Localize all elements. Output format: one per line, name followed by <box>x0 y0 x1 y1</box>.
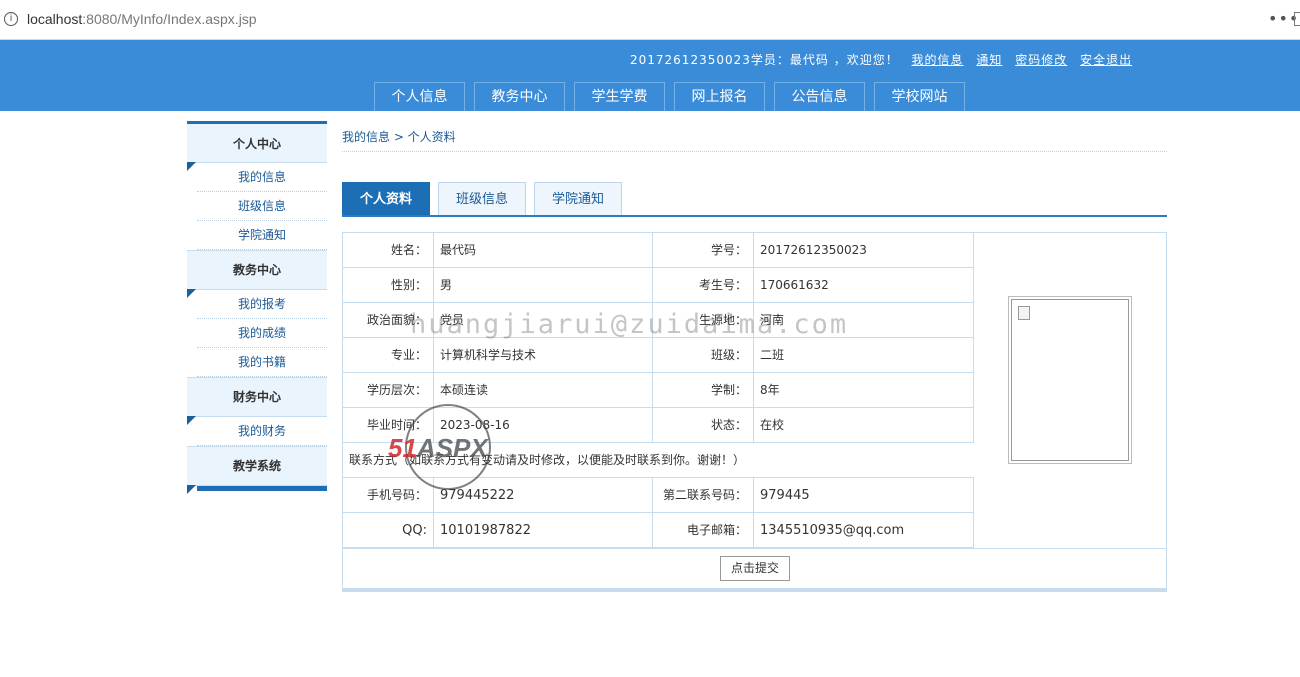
major-value: 计算机科学与技术 <box>434 338 653 373</box>
table-row: 姓名： 最代码 学号： 20172612350023 <box>343 233 974 268</box>
sidebar-item-class-info[interactable]: 班级信息 <box>197 192 327 221</box>
corner-decoration <box>187 416 196 425</box>
sidebar-section-teaching[interactable]: 教学系统 <box>187 446 327 494</box>
corner-decoration <box>187 162 196 171</box>
origin-value: 河南 <box>754 303 974 338</box>
browser-address-bar: i localhost:8080/MyInfo/Index.aspx.jsp •… <box>0 0 1300 40</box>
sidebar-section-title: 财务中心 <box>232 390 281 404</box>
exam-number-label: 考生号： <box>653 268 754 303</box>
table-row: 毕业时间： 2023-08-16 状态： 在校 <box>343 408 974 443</box>
status-value: 在校 <box>754 408 974 443</box>
class-label: 班级： <box>653 338 754 373</box>
second-phone-label: 第二联系号码： <box>653 478 754 513</box>
political-status-value: 党员 <box>434 303 653 338</box>
sidebar: 个人中心 我的信息 班级信息 学院通知 教务中心 我的报考 我的成绩 我的书籍 … <box>187 121 327 494</box>
sidebar-bottom-bar <box>197 486 327 491</box>
program-length-label: 学制： <box>653 373 754 408</box>
sidebar-item-my-books[interactable]: 我的书籍 <box>197 348 327 377</box>
photo-frame <box>1011 299 1129 461</box>
sidebar-section-academic[interactable]: 教务中心 <box>187 250 327 298</box>
sidebar-item-my-exams[interactable]: 我的报考 <box>197 290 327 319</box>
sidebar-section-personal[interactable]: 个人中心 <box>187 121 327 171</box>
table-row: 性别： 男 考生号： 170661632 <box>343 268 974 303</box>
link-my-info[interactable]: 我的信息 <box>912 53 964 67</box>
sidebar-section-title: 个人中心 <box>232 137 281 151</box>
link-change-password[interactable]: 密码修改 <box>1015 53 1067 67</box>
table-row: 政治面貌： 党员 生源地： 河南 <box>343 303 974 338</box>
table-row: 专业： 计算机科学与技术 班级： 二班 <box>343 338 974 373</box>
student-id-value: 20172612350023 <box>754 233 974 268</box>
student-id-label: 学号： <box>653 233 754 268</box>
info-icon[interactable]: i <box>4 12 18 26</box>
nav-announcements[interactable]: 公告信息 <box>774 82 865 111</box>
email-value: 1345510935@qq.com <box>754 513 974 548</box>
political-status-label: 政治面貌： <box>343 303 434 338</box>
breadcrumb: 我的信息 > 个人资料 <box>342 128 1167 152</box>
site-header: 20172612350023学员：最代码 ，欢迎您！ 我的信息 通知 密码修改 … <box>0 40 1300 111</box>
nav-tuition[interactable]: 学生学费 <box>574 82 665 111</box>
corner-decoration <box>187 485 196 494</box>
nav-school-website[interactable]: 学校网站 <box>874 82 965 111</box>
graduation-date-value: 2023-08-16 <box>434 408 653 443</box>
tab-personal-profile[interactable]: 个人资料 <box>342 182 430 215</box>
submit-button[interactable]: 点击提交 <box>720 556 790 581</box>
gender-label: 性别： <box>343 268 434 303</box>
phone-label: 手机号码： <box>343 478 434 513</box>
student-photo <box>1008 296 1132 464</box>
address-url[interactable]: localhost:8080/MyInfo/Index.aspx.jsp <box>27 11 257 27</box>
graduation-date-label: 毕业时间： <box>343 408 434 443</box>
origin-label: 生源地： <box>653 303 754 338</box>
photo-cell <box>974 233 1167 548</box>
sidebar-toggle-icon[interactable] <box>1294 12 1300 26</box>
education-level-value: 本硕连读 <box>434 373 653 408</box>
sidebar-section-title: 教务中心 <box>232 263 281 277</box>
major-label: 专业： <box>343 338 434 373</box>
sidebar-section-finance[interactable]: 财务中心 <box>187 377 327 425</box>
sidebar-item-my-info[interactable]: 我的信息 <box>197 163 327 192</box>
url-host: localhost <box>27 11 83 27</box>
table-row: 联系方式（如联系方式有变动请及时修改，以便能及时联系到你。谢谢！） <box>343 443 974 478</box>
sidebar-section-title: 教学系统 <box>232 459 281 473</box>
name-value: 最代码 <box>434 233 653 268</box>
welcome-text: 20172612350023学员：最代码 ，欢迎您！ <box>630 53 899 67</box>
email-label: 电子邮箱： <box>653 513 754 548</box>
table-row: 手机号码： 979445222 第二联系号码： 979445 <box>343 478 974 513</box>
link-notice[interactable]: 通知 <box>976 53 1002 67</box>
program-length-value: 8年 <box>754 373 974 408</box>
status-label: 状态： <box>653 408 754 443</box>
tab-class-info[interactable]: 班级信息 <box>438 182 526 215</box>
corner-decoration <box>187 289 196 298</box>
class-value: 二班 <box>754 338 974 373</box>
sidebar-item-my-grades[interactable]: 我的成绩 <box>197 319 327 348</box>
sidebar-item-college-notice[interactable]: 学院通知 <box>197 221 327 250</box>
user-bar: 20172612350023学员：最代码 ，欢迎您！ 我的信息 通知 密码修改 … <box>630 51 1132 68</box>
content-tabs: 个人资料 班级信息 学院通知 <box>342 182 1167 217</box>
link-logout[interactable]: 安全退出 <box>1080 53 1132 67</box>
contact-note: 联系方式（如联系方式有变动请及时修改，以便能及时联系到你。谢谢！） <box>349 453 746 467</box>
qq-value: 10101987822 <box>434 513 653 548</box>
gender-value: 男 <box>434 268 653 303</box>
phone-value: 979445222 <box>434 478 653 513</box>
sidebar-item-my-finance[interactable]: 我的财务 <box>197 417 327 446</box>
second-phone-value: 979445 <box>754 478 974 513</box>
table-row: 学历层次： 本硕连读 学制： 8年 <box>343 373 974 408</box>
tab-college-notice[interactable]: 学院通知 <box>534 182 622 215</box>
profile-table: 姓名： 最代码 学号： 20172612350023 性别： 男 考生号： 17… <box>342 232 1167 592</box>
submit-row: 点击提交 <box>343 548 1166 588</box>
name-label: 姓名： <box>343 233 434 268</box>
url-path: :8080/MyInfo/Index.aspx.jsp <box>82 11 257 27</box>
table-row: QQ: 10101987822 电子邮箱： 1345510935@qq.com <box>343 513 974 548</box>
nav-online-registration[interactable]: 网上报名 <box>674 82 765 111</box>
exam-number-value: 170661632 <box>754 268 974 303</box>
nav-personal-info[interactable]: 个人信息 <box>374 82 465 111</box>
nav-academic-center[interactable]: 教务中心 <box>474 82 565 111</box>
qq-label: QQ: <box>343 513 434 548</box>
broken-image-icon <box>1018 306 1030 320</box>
education-level-label: 学历层次： <box>343 373 434 408</box>
top-nav: 个人信息 教务中心 学生学费 网上报名 公告信息 学校网站 <box>374 82 974 111</box>
